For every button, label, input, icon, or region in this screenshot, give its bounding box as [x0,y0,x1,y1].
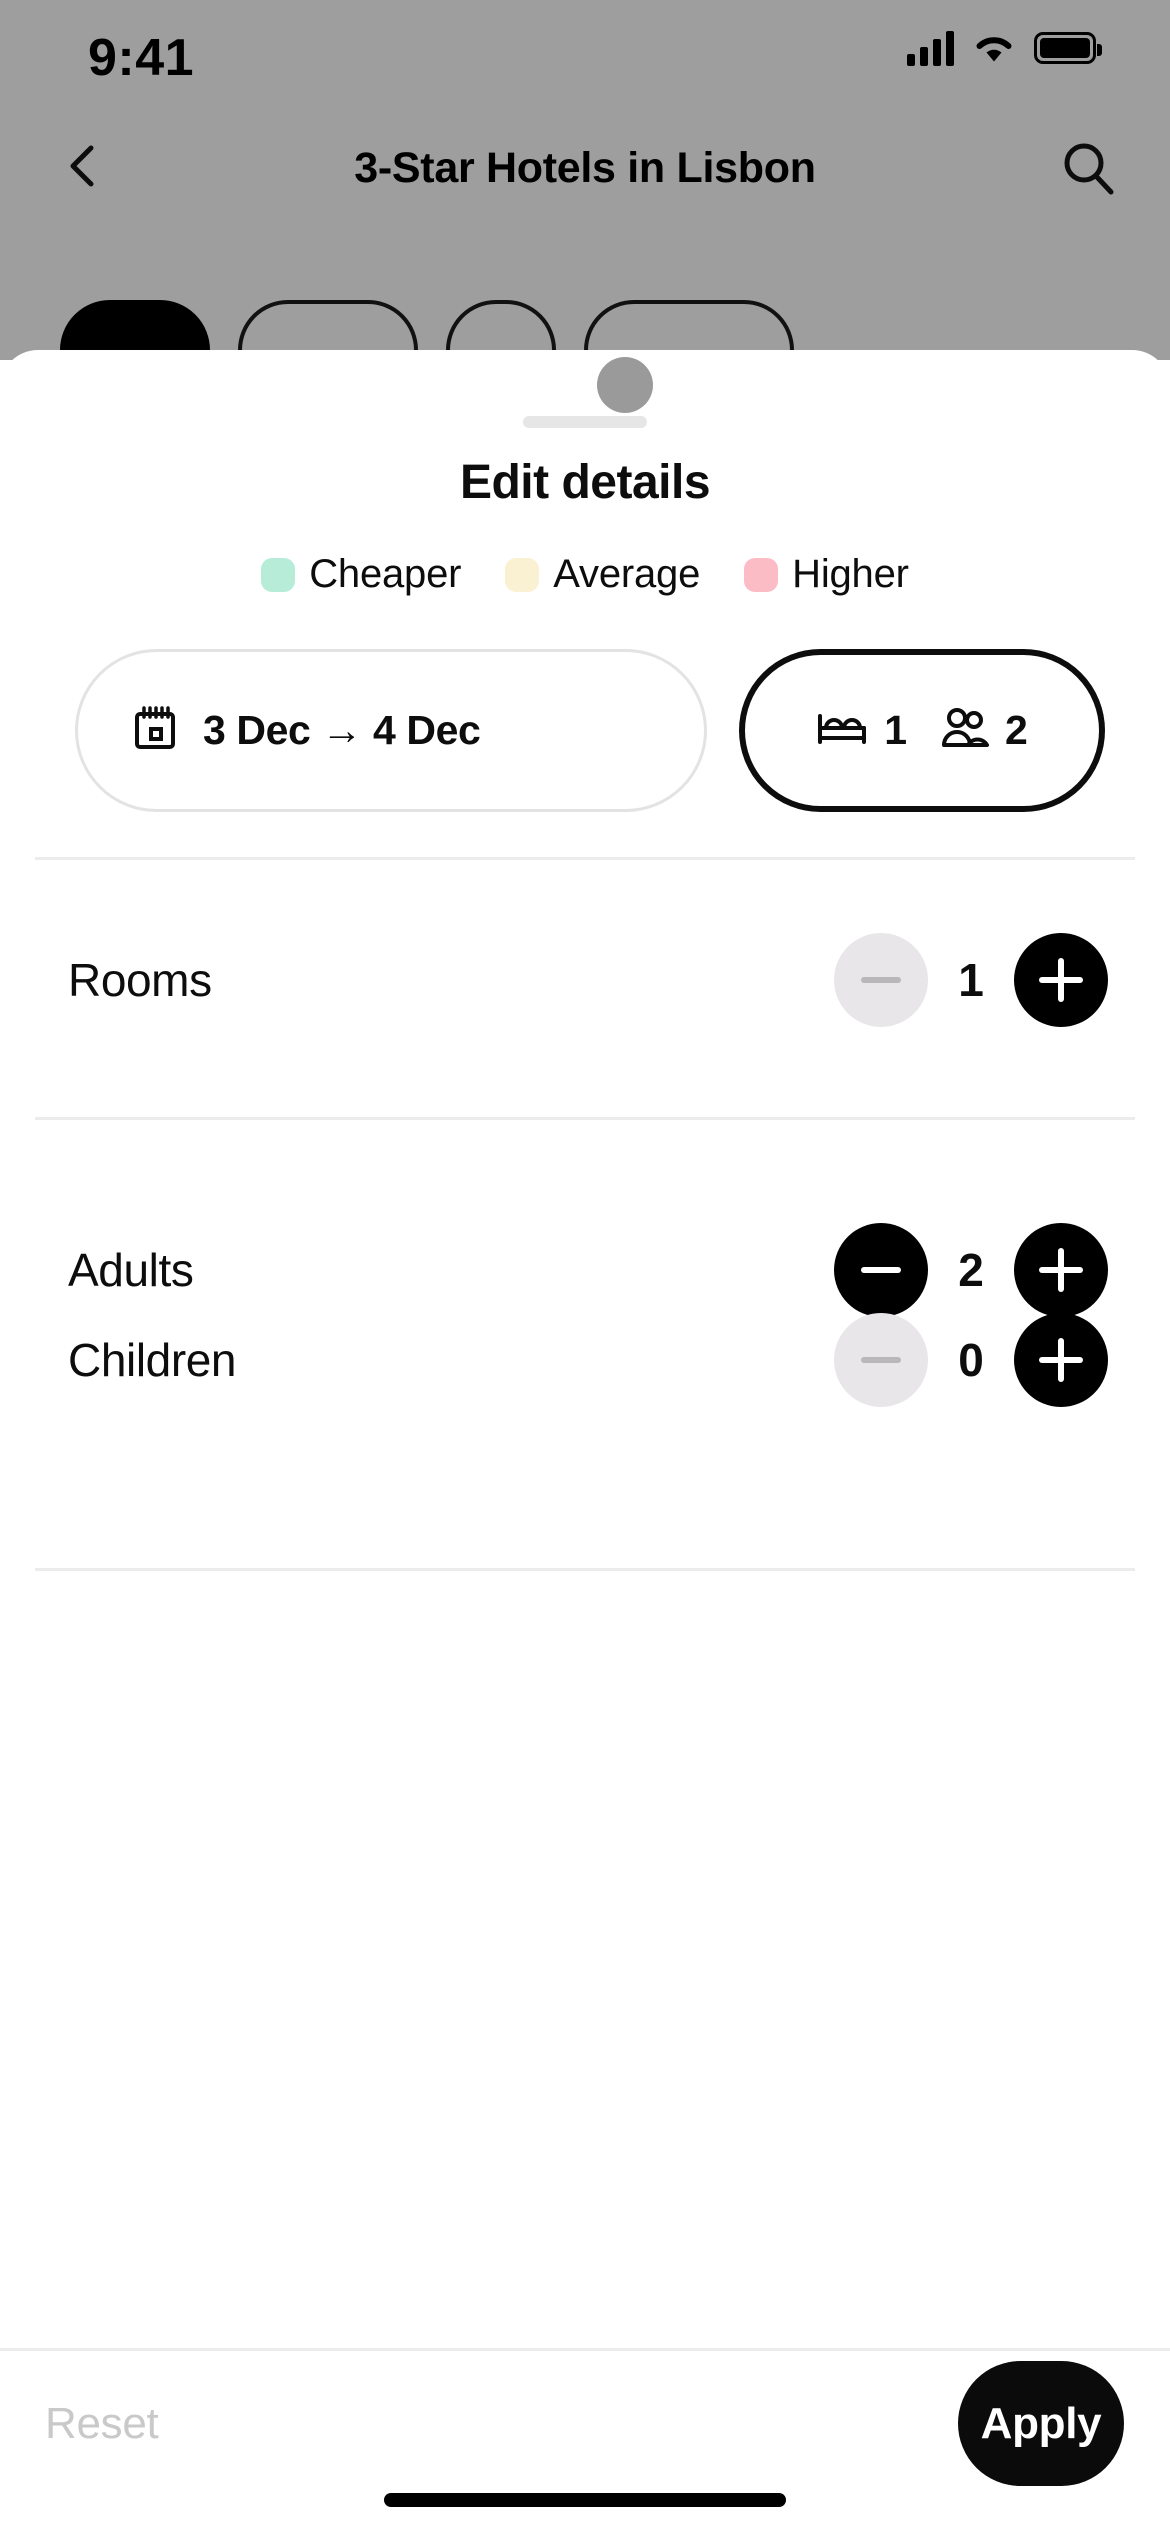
rooms-summary: 1 [816,707,907,754]
stepper-row-children: Children 0 [0,1305,1170,1415]
status-bar-icons [907,30,1102,66]
legend-item-average: Average [505,552,700,597]
guests-pill[interactable]: 1 2 [739,649,1105,812]
apply-button[interactable]: Apply [958,2361,1124,2486]
sheet-grab-handle[interactable] [523,416,647,428]
home-indicator [384,2493,786,2507]
status-bar: 9:41 [0,0,1170,110]
minus-icon [861,977,901,983]
average-color-swatch [505,557,540,592]
cheaper-color-swatch [261,557,296,592]
guests-count: 2 [1005,707,1028,753]
children-value: 0 [958,1334,984,1386]
rooms-count: 1 [884,707,907,753]
legend-item-higher: Higher [744,552,909,597]
divider [35,1568,1135,1571]
stepper-label: Adults [68,1244,194,1296]
date-range-label: 3 Dec → 4 Dec [203,707,481,753]
rooms-increment-button[interactable] [1014,933,1108,1027]
nav-bar: 3-Star Hotels in Lisbon [0,110,1170,220]
battery-icon [1034,32,1102,64]
legend-label: Cheaper [309,552,462,596]
search-pills-row: 3 Dec → 4 Dec 1 2 [75,648,1105,813]
search-icon[interactable] [1060,140,1116,196]
calendar-icon [133,705,177,756]
plus-icon [1039,1338,1083,1382]
stepper-label: Children [68,1334,237,1386]
reset-button[interactable]: Reset [45,2399,159,2449]
sheet-title: Edit details [459,456,711,509]
cellular-signal-icon [907,30,954,66]
rooms-decrement-button[interactable] [834,933,928,1027]
plus-icon [1039,1248,1083,1292]
adults-increment-button[interactable] [1014,1223,1108,1317]
minus-icon [861,1357,901,1363]
rooms-value: 1 [958,954,984,1006]
children-increment-button[interactable] [1014,1313,1108,1407]
minus-icon [861,1267,901,1273]
status-bar-time: 9:41 [88,29,195,87]
adults-decrement-button[interactable] [834,1223,928,1317]
children-stepper: 0 [834,1313,1108,1407]
legend-label: Higher [792,552,909,596]
sheet-drag-knob[interactable] [597,357,653,413]
wifi-icon [972,31,1016,65]
phone-screen: 9:41 3-Star Hotels in Lisbon Edit detail… [0,0,1170,2532]
adults-stepper: 2 [834,1223,1108,1317]
divider [35,1117,1135,1120]
legend-item-cheaper: Cheaper [261,552,461,597]
guests-summary: 2 [941,707,1028,754]
divider [35,857,1135,860]
rooms-stepper: 1 [834,933,1108,1027]
adults-value: 2 [958,1244,984,1296]
higher-color-swatch [744,557,779,592]
legend-label: Average [553,552,701,596]
date-range-pill[interactable]: 3 Dec → 4 Dec [75,649,707,812]
price-legend: Cheaper Average Higher [0,552,1170,597]
plus-icon [1039,958,1083,1002]
bed-icon [816,708,868,753]
stepper-row-rooms: Rooms 1 [0,925,1170,1035]
stepper-label: Rooms [68,954,212,1006]
children-decrement-button[interactable] [834,1313,928,1407]
page-title: 3-Star Hotels in Lisbon [354,144,816,192]
people-icon [941,707,989,754]
